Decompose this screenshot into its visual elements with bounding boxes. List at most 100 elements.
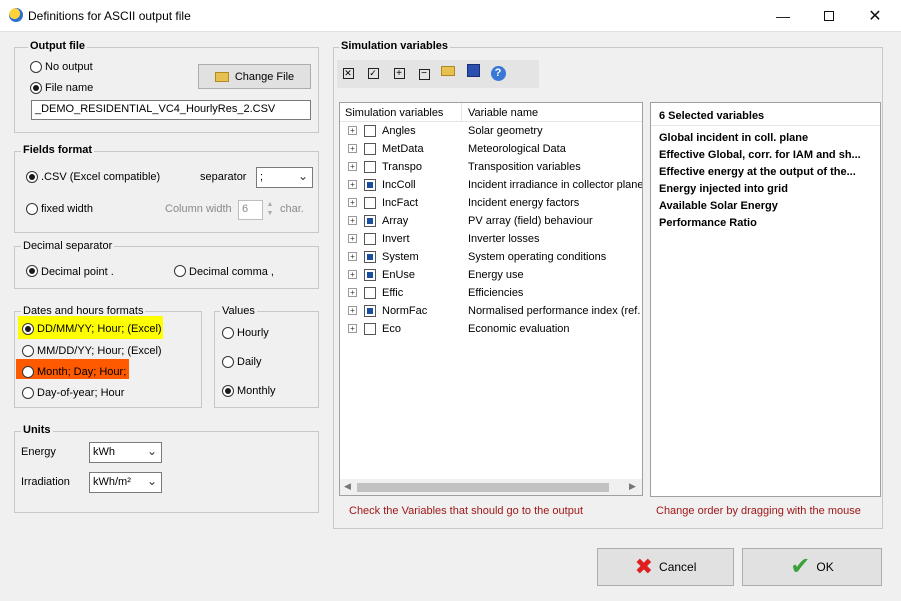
no-output-label: No output bbox=[45, 61, 93, 73]
variable-checkbox[interactable] bbox=[364, 215, 376, 227]
variable-checkbox[interactable] bbox=[364, 323, 376, 335]
selected-variable-item[interactable]: Effective Global, corr. for IAM and sh..… bbox=[659, 149, 861, 161]
irradiation-unit-select[interactable]: kWh/m² ⌄ bbox=[89, 472, 162, 493]
file-name-radio[interactable] bbox=[30, 82, 42, 94]
selected-variables-list[interactable]: 6 Selected variables Global incident in … bbox=[650, 102, 881, 497]
expand-icon[interactable]: + bbox=[348, 126, 357, 135]
variable-checkbox[interactable] bbox=[364, 233, 376, 245]
open-folder-icon[interactable] bbox=[440, 64, 456, 80]
tree-row[interactable]: + MetData Meteorological Data bbox=[340, 140, 640, 158]
variable-code: Array bbox=[382, 215, 409, 227]
tree-row[interactable]: + IncFact Incident energy factors bbox=[340, 194, 640, 212]
date-mm-dd-radio[interactable] bbox=[22, 345, 34, 357]
tree-row[interactable]: + EnUse Energy use bbox=[340, 266, 640, 284]
title-bar: Definitions for ASCII output file — ✕ bbox=[0, 0, 901, 32]
help-icon[interactable]: ? bbox=[490, 64, 506, 81]
scroll-right-icon[interactable]: ▶ bbox=[629, 481, 636, 492]
variable-checkbox[interactable] bbox=[364, 161, 376, 173]
save-icon[interactable] bbox=[465, 64, 481, 80]
expand-icon[interactable]: + bbox=[348, 144, 357, 153]
decimal-point-radio[interactable] bbox=[26, 265, 38, 277]
decimal-separator-label: Decimal separator bbox=[21, 240, 115, 252]
column-header-name[interactable]: Variable name bbox=[468, 107, 538, 119]
expand-icon[interactable]: + bbox=[348, 198, 357, 207]
variable-code: MetData bbox=[382, 143, 424, 155]
selected-variable-item[interactable]: Available Solar Energy bbox=[659, 200, 778, 212]
variable-checkbox[interactable] bbox=[364, 269, 376, 281]
tree-row[interactable]: + System System operating conditions bbox=[340, 248, 640, 266]
expand-icon[interactable]: + bbox=[348, 270, 357, 279]
expand-icon[interactable]: + bbox=[348, 288, 357, 297]
chevron-down-icon: ⌄ bbox=[146, 474, 157, 488]
collapse-all-icon[interactable]: − bbox=[416, 64, 432, 80]
check-all-icon[interactable]: ✓ bbox=[365, 64, 381, 80]
tree-row[interactable]: + Angles Solar geometry bbox=[340, 122, 640, 140]
selected-variable-item[interactable]: Energy injected into grid bbox=[659, 183, 788, 195]
tree-row[interactable]: + IncColl Incident irradiance in collector… bbox=[340, 176, 642, 194]
tree-row[interactable]: + Array PV array (field) behaviour bbox=[340, 212, 640, 230]
column-width-spinner[interactable]: ▲ ▼ bbox=[264, 200, 276, 220]
fixed-width-radio[interactable] bbox=[26, 203, 38, 215]
csv-radio[interactable] bbox=[26, 171, 38, 183]
tree-row[interactable]: + Transpo Transposition variables bbox=[340, 158, 640, 176]
expand-icon[interactable]: + bbox=[348, 306, 357, 315]
ok-button[interactable]: ✔ OK bbox=[742, 548, 882, 586]
expand-icon[interactable]: + bbox=[348, 180, 357, 189]
scroll-left-icon[interactable]: ◀ bbox=[344, 481, 351, 492]
variable-checkbox[interactable] bbox=[364, 287, 376, 299]
expand-icon[interactable]: + bbox=[348, 252, 357, 261]
energy-unit-select[interactable]: kWh ⌄ bbox=[89, 442, 162, 463]
cancel-label: Cancel bbox=[659, 560, 697, 574]
variable-code: System bbox=[382, 251, 419, 263]
horizontal-scrollbar[interactable]: ◀ ▶ bbox=[340, 479, 642, 495]
hourly-radio[interactable] bbox=[222, 327, 234, 339]
column-header-sim[interactable]: Simulation variables bbox=[345, 107, 443, 119]
chevron-down-icon: ⌄ bbox=[146, 444, 157, 458]
expand-icon[interactable]: + bbox=[348, 162, 357, 171]
separator-select[interactable]: ; ⌄ bbox=[256, 167, 313, 188]
variable-checkbox[interactable] bbox=[364, 143, 376, 155]
date-month-day-radio[interactable] bbox=[22, 366, 34, 378]
change-file-button[interactable]: Change File bbox=[198, 64, 311, 89]
expand-icon[interactable]: + bbox=[348, 216, 357, 225]
variable-description: Incident irradiance in collector plane bbox=[468, 179, 642, 191]
variable-description: System operating conditions bbox=[468, 251, 607, 263]
file-name-input[interactable]: _DEMO_RESIDENTIAL_VC4_HourlyRes_2.CSV bbox=[31, 100, 311, 120]
values-label: Values bbox=[220, 305, 257, 317]
selected-variable-item[interactable]: Performance Ratio bbox=[659, 217, 757, 229]
variable-description: Incident energy factors bbox=[468, 197, 580, 209]
expand-icon[interactable]: + bbox=[348, 324, 357, 333]
monthly-radio[interactable] bbox=[222, 385, 234, 397]
date-day-of-year-radio[interactable] bbox=[22, 387, 34, 399]
selected-variable-item[interactable]: Effective energy at the output of the... bbox=[659, 166, 856, 178]
irradiation-unit-value: kWh/m² bbox=[93, 476, 131, 488]
column-width-input[interactable]: 6 bbox=[238, 200, 263, 220]
uncheck-all-icon[interactable]: ✕ bbox=[340, 64, 356, 80]
tree-row[interactable]: + Eco Economic evaluation bbox=[340, 320, 640, 338]
tree-row[interactable]: + Effic Efficiencies bbox=[340, 284, 640, 302]
close-button[interactable]: ✕ bbox=[852, 0, 898, 32]
expand-all-icon[interactable]: + bbox=[391, 64, 407, 80]
maximize-button[interactable] bbox=[806, 0, 852, 32]
minimize-button[interactable]: — bbox=[760, 0, 806, 32]
daily-radio[interactable] bbox=[222, 356, 234, 368]
selected-variable-item[interactable]: Global incident in coll. plane bbox=[659, 132, 808, 144]
variable-description: Meteorological Data bbox=[468, 143, 566, 155]
variable-checkbox[interactable] bbox=[364, 125, 376, 137]
variable-checkbox[interactable] bbox=[364, 251, 376, 263]
variable-checkbox[interactable] bbox=[364, 179, 376, 191]
hourly-label: Hourly bbox=[237, 327, 269, 339]
tree-row[interactable]: + NormFac Normalised performance index (re… bbox=[340, 302, 640, 320]
variables-tree[interactable]: Simulation variables Variable name + Angl… bbox=[339, 102, 643, 496]
fields-format-label: Fields format bbox=[21, 144, 95, 156]
expand-icon[interactable]: + bbox=[348, 234, 357, 243]
variable-checkbox[interactable] bbox=[364, 197, 376, 209]
cancel-button[interactable]: ✖ Cancel bbox=[597, 548, 734, 586]
tree-rows: + Angles Solar geometry + MetData Meteorologi… bbox=[340, 122, 642, 476]
variable-checkbox[interactable] bbox=[364, 305, 376, 317]
decimal-comma-radio[interactable] bbox=[174, 265, 186, 277]
date-dd-mm-radio[interactable] bbox=[22, 323, 34, 335]
tree-row[interactable]: + Invert Inverter losses bbox=[340, 230, 640, 248]
no-output-radio[interactable] bbox=[30, 61, 42, 73]
scrollbar-thumb[interactable] bbox=[357, 483, 609, 492]
